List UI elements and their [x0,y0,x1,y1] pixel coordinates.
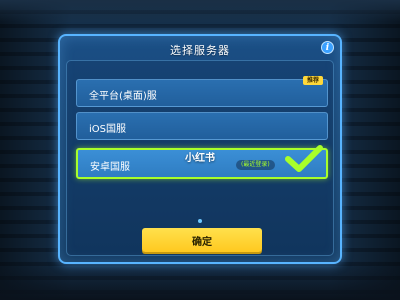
watermark-text: 小红书 [185,153,215,164]
server-option-label: 安卓国服 [90,162,130,173]
server-select-dialog: 选择服务器 i 全平台(桌面)服 推荐 iOS国服 安卓国服 (最近登录) 小红… [58,34,342,264]
page-indicator-dot [198,219,202,223]
checkmark-icon [285,145,323,172]
server-option-ios[interactable]: iOS国服 [76,112,328,140]
server-option-all-platform[interactable]: 全平台(桌面)服 推荐 [76,76,328,107]
background-floor [0,260,400,300]
recommended-badge: 推荐 [302,76,323,85]
confirm-button[interactable]: 确定 [142,228,262,252]
dialog-title: 选择服务器 [170,44,230,57]
background-ceiling [0,0,400,22]
last-login-tag: (最近登录) [236,160,275,170]
info-icon[interactable]: i [321,41,334,54]
server-option-label: 全平台(桌面)服 [89,91,157,102]
server-option-label: iOS国服 [89,124,126,135]
